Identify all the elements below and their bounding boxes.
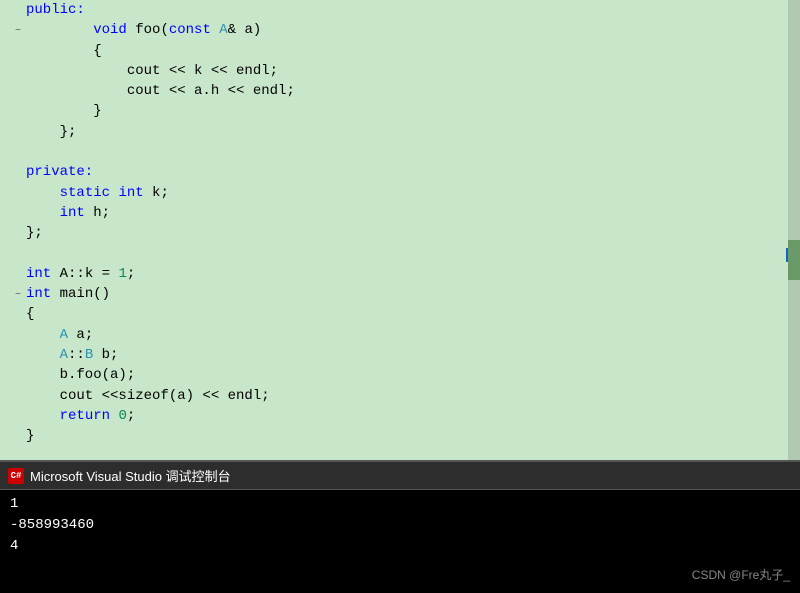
code-text: cout << k << endl; [26, 61, 800, 81]
code-line: }; [10, 122, 800, 142]
code-text: void foo(const A& a) [26, 20, 800, 40]
code-text: public: [26, 0, 800, 20]
code-line: A a; [10, 325, 800, 345]
code-line: { [10, 304, 800, 324]
code-text: return 0; [26, 406, 800, 426]
console-output: 1 -858993460 4 [0, 490, 800, 561]
fold-marker[interactable]: − [10, 26, 26, 40]
code-text: { [26, 304, 800, 324]
fold-marker[interactable]: − [10, 289, 26, 303]
code-text: private: [26, 162, 800, 182]
console-title: Microsoft Visual Studio 调试控制台 [30, 466, 231, 485]
code-text: A a; [26, 325, 800, 345]
scrollbar-track[interactable] [788, 0, 800, 460]
code-text: b.foo(a); [26, 365, 800, 385]
code-text: int main() [26, 284, 800, 304]
vs-icon: C# [8, 468, 24, 484]
code-text: { [26, 41, 800, 61]
output-line-2: -858993460 [10, 515, 790, 536]
code-editor: public: − void foo(const A& a) { cout <<… [0, 0, 800, 460]
code-text: cout << a.h << endl; [26, 81, 800, 101]
code-line: public: [10, 0, 800, 20]
code-line [10, 142, 800, 162]
console-header: C# Microsoft Visual Studio 调试控制台 [0, 462, 800, 490]
code-line: A::B b; [10, 345, 800, 365]
code-line: } [10, 426, 800, 446]
scrollbar-indicator [786, 248, 788, 262]
code-area: public: − void foo(const A& a) { cout <<… [0, 0, 800, 447]
code-line: return 0; [10, 406, 800, 426]
code-line: − void foo(const A& a) [10, 20, 800, 40]
code-text: int A::k = 1; [26, 264, 800, 284]
code-line: int h; [10, 203, 800, 223]
code-line: cout <<sizeof(a) << endl; [10, 386, 800, 406]
code-text [26, 142, 800, 162]
code-line: }; [10, 223, 800, 243]
code-text: A::B b; [26, 345, 800, 365]
watermark: CSDN @Fre丸子_ [692, 566, 790, 583]
code-text: }; [26, 122, 800, 142]
code-text: cout <<sizeof(a) << endl; [26, 386, 800, 406]
code-line: { [10, 41, 800, 61]
code-text: } [26, 426, 800, 446]
code-line: } [10, 101, 800, 121]
code-text: } [26, 101, 800, 121]
output-line-3: 4 [10, 536, 790, 557]
code-line: int A::k = 1; [10, 264, 800, 284]
scrollbar-thumb[interactable] [788, 240, 800, 280]
code-line [10, 244, 800, 264]
code-line: − int main() [10, 284, 800, 304]
code-text: static int k; [26, 183, 800, 203]
code-text: int h; [26, 203, 800, 223]
code-line: static int k; [10, 183, 800, 203]
code-text: }; [26, 223, 800, 243]
code-line: cout << k << endl; [10, 61, 800, 81]
console-panel: C# Microsoft Visual Studio 调试控制台 1 -8589… [0, 460, 800, 593]
code-line: cout << a.h << endl; [10, 81, 800, 101]
code-line: private: [10, 162, 800, 182]
code-line: b.foo(a); [10, 365, 800, 385]
output-line-1: 1 [10, 494, 790, 515]
code-text [26, 244, 800, 264]
